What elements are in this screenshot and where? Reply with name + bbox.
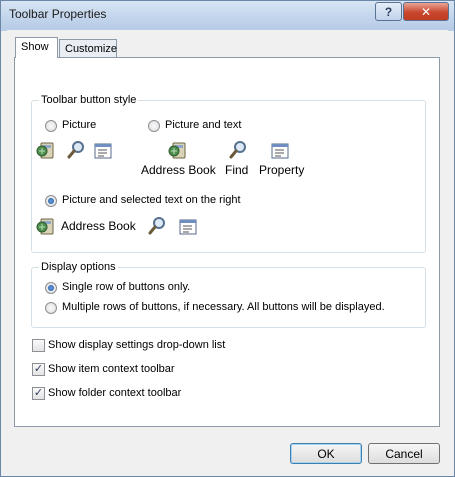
find-icon (228, 140, 248, 160)
address-book-icon (168, 140, 188, 160)
radio-picture-selected-text-right-label: Picture and selected text on the right (62, 194, 241, 206)
radio-multiple-rows-label: Multiple rows of buttons, if necessary. … (62, 301, 385, 313)
radio-single-row[interactable] (45, 282, 57, 294)
title-bar: Toolbar Properties ? ✕ (1, 1, 454, 29)
check-mark-icon: ✓ (33, 387, 44, 399)
radio-single-row-label: Single row of buttons only. (62, 281, 191, 293)
checkbox-folder-context-toolbar[interactable]: ✓ (32, 387, 45, 400)
display-options-group: Display options Single row of buttons on… (31, 261, 426, 328)
address-book-icon (36, 140, 56, 160)
check-mark-icon: ✓ (33, 363, 44, 375)
preview-find-label: Find (225, 163, 249, 177)
checkbox-folder-context-toolbar-label: Show folder context toolbar (48, 387, 182, 399)
checkbox-item-context-toolbar[interactable]: ✓ (32, 363, 45, 376)
property-icon (270, 141, 290, 161)
find-icon (147, 216, 167, 236)
window-title: Toolbar Properties (9, 7, 107, 21)
toolbar-style-group: Toolbar button style Picture Picture and… (31, 94, 426, 253)
radio-multiple-rows[interactable] (45, 302, 57, 314)
preview-property-label: Property (259, 163, 305, 177)
ok-button[interactable]: OK (290, 443, 362, 464)
address-book-icon (36, 216, 56, 236)
dialog-window: Toolbar Properties ? ✕ Show Customize To… (0, 0, 455, 477)
property-icon (178, 217, 198, 237)
toolbar-style-title: Toolbar button style (39, 94, 139, 106)
preview-address-book-right-label: Address Book (61, 219, 136, 233)
tab-customize[interactable]: Customize (59, 39, 117, 58)
help-button[interactable]: ? (375, 2, 402, 21)
help-icon: ? (384, 4, 393, 19)
radio-picture-and-text-label: Picture and text (165, 119, 242, 131)
tab-panel-show: Toolbar button style Picture Picture and… (14, 57, 440, 427)
property-icon (93, 141, 113, 161)
checkbox-item-context-toolbar-label: Show item context toolbar (48, 363, 175, 375)
radio-picture-selected-text-right[interactable] (45, 195, 57, 207)
radio-picture[interactable] (45, 120, 57, 132)
preview-address-book-label: Address Book (141, 163, 216, 177)
cancel-button[interactable]: Cancel (368, 443, 440, 464)
radio-picture-and-text[interactable] (148, 120, 160, 132)
close-icon: ✕ (420, 4, 432, 19)
radio-picture-label: Picture (62, 119, 97, 131)
dialog-client: Show Customize Toolbar button style Pict… (7, 30, 448, 471)
checkbox-display-settings-dropdown-label: Show display settings drop-down list (48, 339, 226, 351)
checkbox-display-settings-dropdown[interactable] (32, 339, 45, 352)
find-icon (66, 140, 86, 160)
tab-show[interactable]: Show (15, 37, 58, 58)
display-options-title: Display options (39, 261, 118, 273)
close-button[interactable]: ✕ (403, 2, 449, 21)
